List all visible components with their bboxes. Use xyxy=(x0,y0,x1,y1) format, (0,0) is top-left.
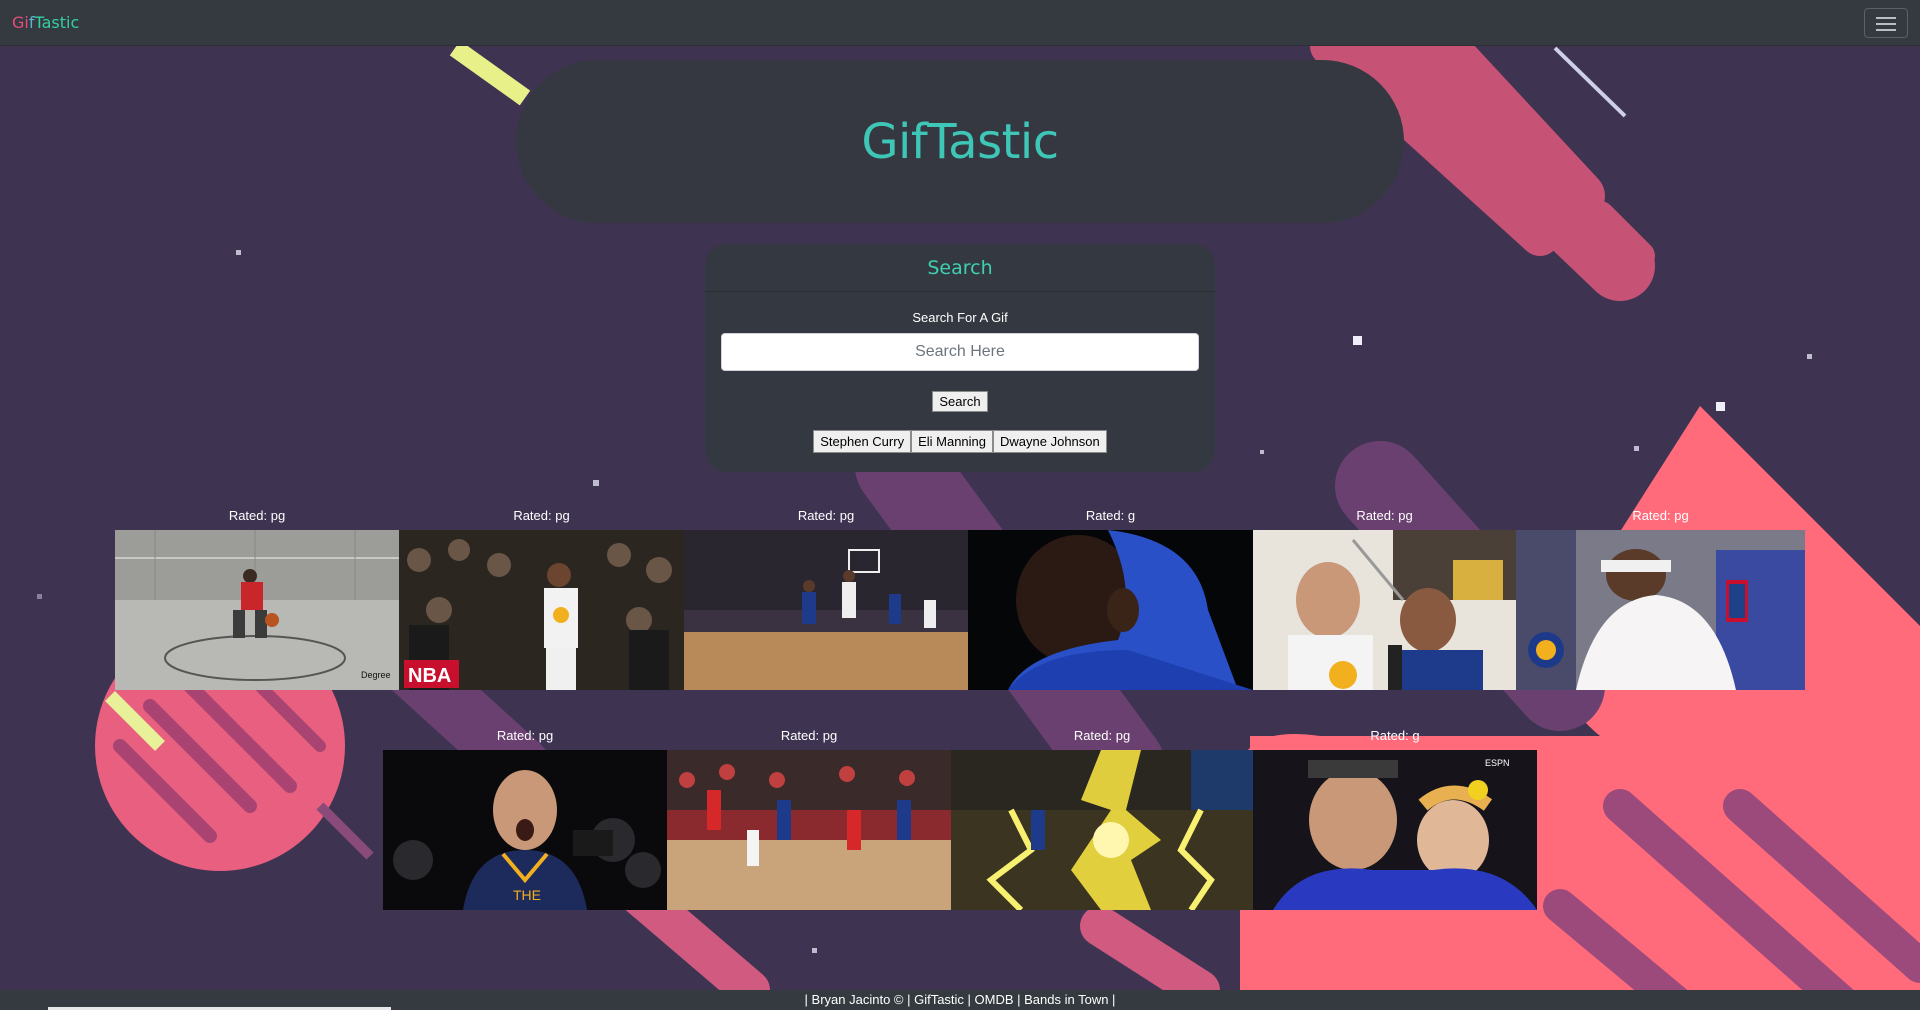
search-card: Search Search For A Gif Search Stephen C… xyxy=(705,244,1215,472)
fast-break-gif[interactable] xyxy=(684,530,968,690)
curry-interview-gif[interactable] xyxy=(1253,530,1516,690)
gif-rating: Rated: pg xyxy=(780,728,838,743)
svg-text:THE: THE xyxy=(513,887,541,903)
topic-button-dwayne-johnson[interactable]: Dwayne Johnson xyxy=(993,430,1107,453)
hamburger-menu-icon[interactable] xyxy=(1864,8,1908,38)
page-title: GifTastic xyxy=(861,113,1059,170)
lightning-effect-gif[interactable] xyxy=(951,750,1253,910)
gif-rating: Rated: pg xyxy=(1632,508,1689,523)
gif-item: Rated: pg xyxy=(684,508,968,698)
gif-item: Rated: pg xyxy=(951,728,1253,918)
gif-item: Rated: pg NBA xyxy=(399,508,684,698)
topic-buttons: Stephen Curry Eli Manning Dwayne Johnson xyxy=(705,430,1215,453)
rockets-warriors-game-gif[interactable] xyxy=(667,750,951,910)
brand-part-1: Gi xyxy=(12,13,29,32)
svg-text:NBA: NBA xyxy=(408,665,451,687)
player-blue-hoodie-gif[interactable] xyxy=(968,530,1253,690)
gif-item: Rated: pg xyxy=(1253,508,1516,698)
gif-item: Rated: pg xyxy=(667,728,951,918)
hero-banner: GifTastic xyxy=(516,60,1404,223)
svg-text:ESPN: ESPN xyxy=(1485,758,1510,768)
brand-link[interactable]: GifTastic xyxy=(12,13,79,32)
search-card-header: Search xyxy=(705,244,1215,292)
gif-item: Rated: pg THE xyxy=(383,728,667,918)
gif-item: Rated: pg Degree xyxy=(115,508,399,698)
gif-rating: Rated: pg xyxy=(1073,728,1131,743)
search-input[interactable] xyxy=(721,333,1199,371)
gif-rating: Rated: pg xyxy=(228,508,286,523)
search-button[interactable]: Search xyxy=(932,391,988,412)
curry-with-daughter-gif[interactable]: ESPN xyxy=(1253,750,1537,910)
gif-item: Rated: g ESPN xyxy=(1253,728,1537,918)
brand-part-3: Tastic xyxy=(34,13,80,32)
bench-celebration-gif[interactable] xyxy=(1516,530,1805,690)
search-label: Search For A Gif xyxy=(912,310,1008,325)
navbar: GifTastic xyxy=(0,0,1920,46)
gif-rating: Rated: pg xyxy=(1356,508,1413,523)
gif-rating: Rated: g xyxy=(1370,728,1420,743)
curry-on-court-gif[interactable]: NBA xyxy=(399,530,684,690)
svg-text:Degree: Degree xyxy=(361,670,391,680)
curry-shout-gif[interactable]: THE xyxy=(383,750,667,910)
gif-rating: Rated: pg xyxy=(496,728,554,743)
gif-item: Rated: g xyxy=(968,508,1253,698)
gif-rating: Rated: g xyxy=(1085,508,1136,523)
topic-button-stephen-curry[interactable]: Stephen Curry xyxy=(813,430,912,453)
topic-button-eli-manning[interactable]: Eli Manning xyxy=(911,430,994,453)
gif-rating: Rated: pg xyxy=(513,508,570,523)
gif-rating: Rated: pg xyxy=(797,508,855,523)
dribbling-drill-gif[interactable]: Degree xyxy=(115,530,399,690)
gif-item: Rated: pg xyxy=(1516,508,1805,698)
footer-text: | Bryan Jacinto © | GifTastic | OMDB | B… xyxy=(804,992,1116,1007)
